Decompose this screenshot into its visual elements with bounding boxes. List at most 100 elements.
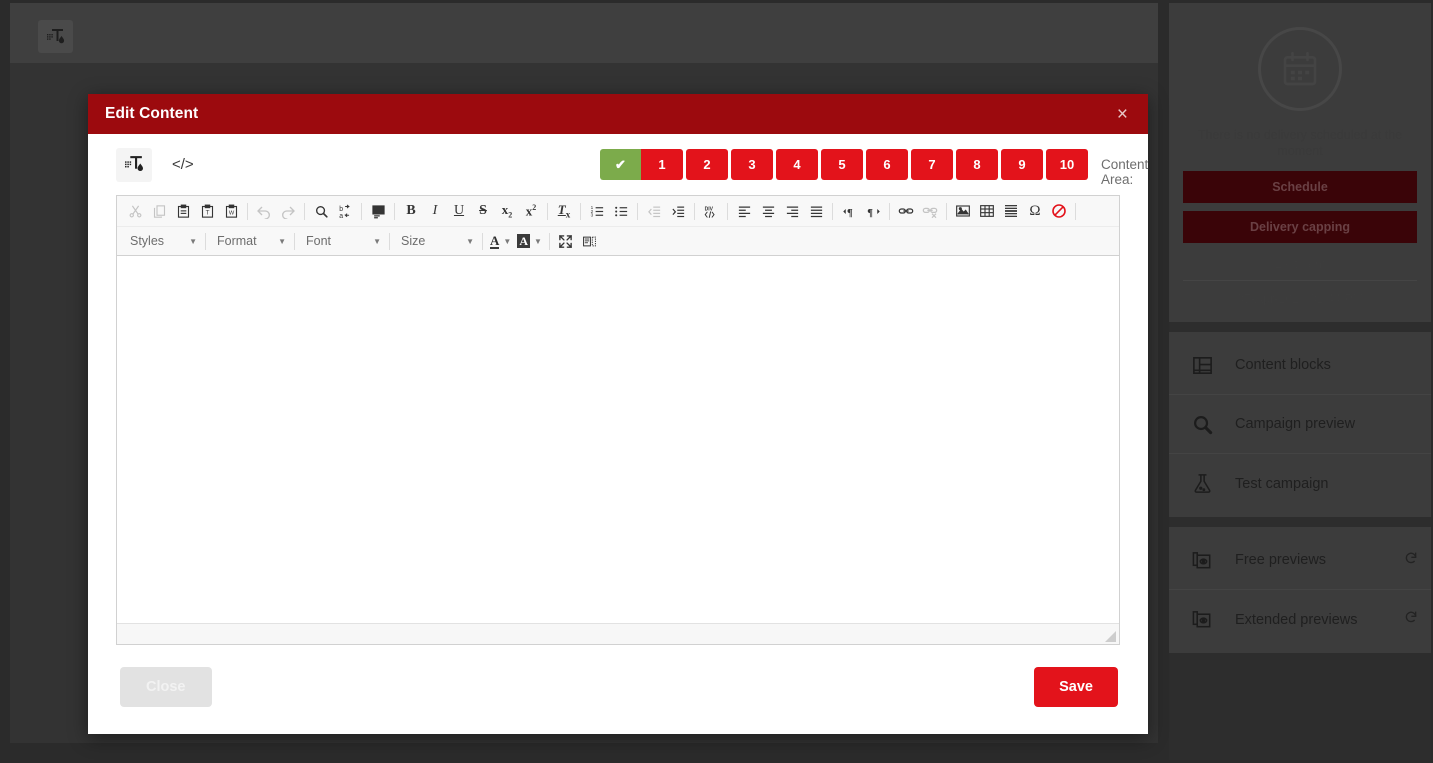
special-character-icon[interactable]: Ω [1023, 200, 1047, 223]
sidebar-item-extended-previews[interactable]: Extended previews [1169, 590, 1431, 649]
paste-icon[interactable] [171, 200, 195, 223]
tab-content-3[interactable]: 3 [731, 149, 773, 180]
indent-icon[interactable] [666, 200, 690, 223]
bulleted-list-icon[interactable] [609, 200, 633, 223]
magnifier-icon [1191, 413, 1225, 436]
sidebar-item-free-previews[interactable]: Free previews [1169, 531, 1431, 590]
horizontal-rule-icon[interactable] [999, 200, 1023, 223]
source-code-button[interactable]: </> [172, 156, 194, 173]
format-dropdown-label: Format [217, 234, 257, 248]
editor-toolbar-row-1: T W ba B I U S x2 x2 Tx 1 2 3 DIV ¶ ¶ Ω [117, 196, 1119, 227]
sidebar-item-label: Free previews [1235, 552, 1327, 568]
toolbar-separator [889, 202, 890, 220]
chevron-down-icon: ▼ [503, 236, 512, 246]
sidebar-item-content-blocks[interactable]: Content blocks [1169, 336, 1431, 395]
text-color-icon[interactable]: A ▼ [487, 230, 514, 252]
background-color-icon[interactable]: A ▼ [514, 230, 545, 252]
tab-content-9[interactable]: 9 [1001, 149, 1043, 180]
show-blocks-icon[interactable] [578, 230, 602, 253]
bold-icon[interactable]: B [399, 200, 423, 223]
toolbar-separator [637, 202, 638, 220]
personalization-text-drop-icon[interactable] [116, 147, 152, 182]
ltr-icon[interactable]: ¶ [837, 200, 861, 223]
align-center-icon[interactable] [756, 200, 780, 223]
chevron-down-icon: ▼ [466, 236, 474, 246]
delivery-capping-button[interactable]: Delivery capping [1183, 211, 1417, 243]
svg-text:3: 3 [590, 212, 593, 217]
tab-content-10[interactable]: 10 [1046, 149, 1088, 180]
font-dropdown[interactable]: Font ▼ [299, 230, 385, 252]
svg-text:W: W [228, 210, 234, 216]
sidebar-item-campaign-preview[interactable]: Campaign preview [1169, 395, 1431, 454]
italic-icon[interactable]: I [423, 200, 447, 223]
tab-content-1[interactable]: 1 [641, 149, 683, 180]
close-icon[interactable]: × [1111, 103, 1134, 126]
tab-content-7[interactable]: 7 [911, 149, 953, 180]
refresh-icon[interactable] [1403, 550, 1419, 571]
superscript-icon[interactable]: x2 [519, 200, 543, 223]
tab-content-selected[interactable]: ✔ [600, 149, 641, 180]
replace-icon[interactable]: ba [333, 200, 357, 223]
toolbar-separator [205, 232, 206, 250]
cut-icon[interactable] [123, 200, 147, 223]
link-icon[interactable] [894, 200, 918, 223]
toolbar-separator [304, 202, 305, 220]
tab-content-5[interactable]: 5 [821, 149, 863, 180]
save-button[interactable]: Save [1034, 666, 1118, 707]
redo-icon[interactable] [276, 200, 300, 223]
last-sent-value: 07-Apr-2020 01:44 PM [1236, 292, 1364, 306]
toolbar-separator [832, 202, 833, 220]
templates-icon[interactable] [366, 200, 390, 223]
personalization-text-drop-icon[interactable] [38, 20, 73, 53]
schedule-button[interactable]: Schedule [1183, 171, 1417, 203]
tab-content-6[interactable]: 6 [866, 149, 908, 180]
remove-format-icon[interactable]: Tx [552, 200, 576, 223]
blockquote-div-icon[interactable]: DIV [699, 200, 723, 223]
sidebar-primary-menu: Content blocks Campaign preview Test cam… [1169, 332, 1431, 517]
align-right-icon[interactable] [780, 200, 804, 223]
personalization-text-drop-glyph [46, 28, 64, 43]
tab-content-4[interactable]: 4 [776, 149, 818, 180]
align-left-icon[interactable] [732, 200, 756, 223]
flask-icon [1191, 472, 1225, 495]
calendar-icon [1258, 27, 1342, 111]
svg-text:a: a [339, 212, 343, 218]
size-dropdown-label: Size [401, 234, 426, 248]
paste-word-icon[interactable]: W [219, 200, 243, 223]
tab-content-8[interactable]: 8 [956, 149, 998, 180]
styles-dropdown[interactable]: Styles ▼ [123, 230, 201, 252]
strikethrough-icon[interactable]: S [471, 200, 495, 223]
chevron-down-icon: ▼ [533, 236, 542, 246]
outdent-icon[interactable] [642, 200, 666, 223]
sidebar-item-label: Extended previews [1235, 611, 1358, 628]
copy-icon[interactable] [147, 200, 171, 223]
image-icon[interactable] [951, 200, 975, 223]
styles-dropdown-label: Styles [130, 234, 165, 248]
toolbar-separator [1075, 202, 1076, 220]
refresh-icon[interactable] [1403, 609, 1419, 630]
toolbar-separator [482, 232, 483, 250]
underline-icon[interactable]: U [447, 200, 471, 223]
close-button[interactable]: Close [120, 666, 212, 707]
calendar-glyph [1283, 51, 1317, 86]
svg-text:DIV: DIV [704, 206, 713, 212]
rtl-icon[interactable]: ¶ [861, 200, 885, 223]
find-icon[interactable] [309, 200, 333, 223]
maximize-icon[interactable] [554, 230, 578, 253]
subscript-icon[interactable]: x2 [495, 200, 519, 223]
numbered-list-icon[interactable]: 123 [585, 200, 609, 223]
size-dropdown[interactable]: Size ▼ [394, 230, 478, 252]
format-dropdown[interactable]: Format ▼ [210, 230, 290, 252]
tab-content-2[interactable]: 2 [686, 149, 728, 180]
unlink-icon[interactable] [918, 200, 942, 223]
editor-content-body[interactable] [117, 256, 1119, 623]
undo-icon[interactable] [252, 200, 276, 223]
sidebar-item-test-campaign[interactable]: Test campaign [1169, 454, 1431, 513]
justify-icon[interactable] [804, 200, 828, 223]
content-blocks-icon [1191, 354, 1225, 377]
table-icon[interactable] [975, 200, 999, 223]
page-break-icon[interactable] [1047, 200, 1071, 223]
toolbar-separator [548, 232, 550, 250]
paste-text-icon[interactable]: T [195, 200, 219, 223]
font-dropdown-label: Font [306, 234, 332, 248]
